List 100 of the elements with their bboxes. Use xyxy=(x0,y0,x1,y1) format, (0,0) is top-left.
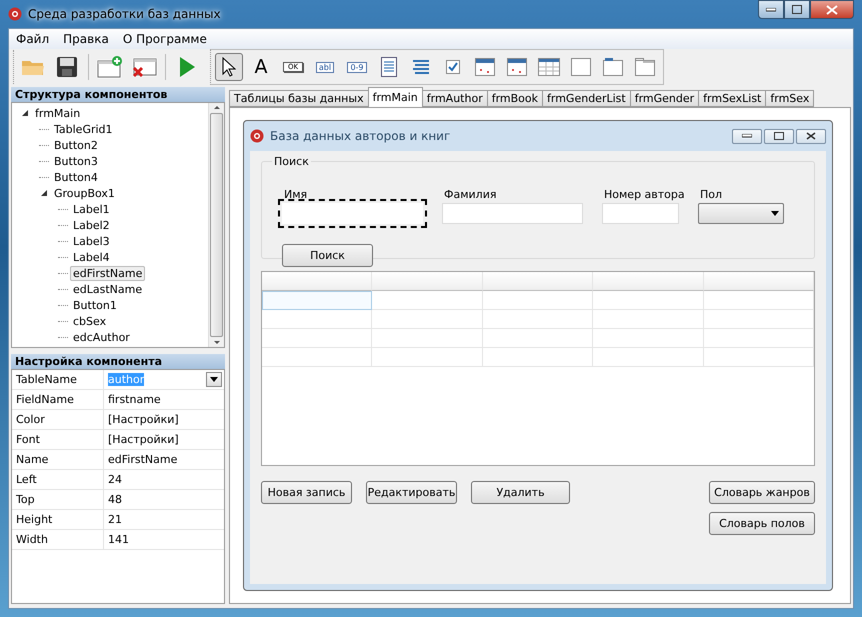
property-name: Width xyxy=(15,532,49,548)
field-label: Имя xyxy=(283,188,308,201)
dropdown-button[interactable] xyxy=(206,372,222,387)
caret-icon xyxy=(210,377,218,382)
property-value[interactable]: 21 xyxy=(103,510,224,529)
component-tool[interactable]: A xyxy=(247,53,275,81)
property-name: TableName xyxy=(15,372,78,388)
form-title: База данных авторов и книг xyxy=(270,129,450,143)
action-button[interactable]: Редактировать xyxy=(366,481,457,504)
tree-item[interactable]: TableGrid1 xyxy=(51,122,116,136)
property-name: FieldName xyxy=(15,392,75,408)
property-name: Left xyxy=(15,472,38,488)
dictionary-button[interactable]: Словарь полов xyxy=(709,512,815,535)
collapse-icon[interactable] xyxy=(39,188,49,198)
field-label: Номер автора xyxy=(603,188,686,201)
property-name: Color xyxy=(15,412,46,428)
dictionary-button[interactable]: Словарь жанров xyxy=(709,481,815,504)
table-icon xyxy=(538,58,560,76)
tree-item[interactable]: Button1 xyxy=(70,298,120,312)
action-button[interactable]: Новая запись xyxy=(261,481,352,504)
minimize-icon xyxy=(766,8,776,12)
tab[interactable]: Таблицы базы данных xyxy=(229,90,369,107)
maximize-icon xyxy=(792,5,802,14)
form-icon xyxy=(507,58,527,76)
tab-panel-icon xyxy=(603,58,623,76)
tree-item[interactable]: frmMain xyxy=(32,106,84,120)
property-name: Name xyxy=(15,452,50,468)
tab[interactable]: frmAuthor xyxy=(422,90,488,107)
play-icon xyxy=(178,56,196,78)
tab[interactable]: frmGenderList xyxy=(542,90,631,107)
scrollbar[interactable] xyxy=(208,103,224,347)
component-tool[interactable] xyxy=(215,53,243,81)
maximize-icon xyxy=(774,132,784,140)
tab[interactable]: frmSex xyxy=(765,90,814,107)
pointer-icon xyxy=(222,57,236,77)
input-field[interactable] xyxy=(602,203,679,224)
field-label: Фамилия xyxy=(443,188,498,201)
minimize-button[interactable] xyxy=(732,128,762,144)
tab[interactable]: frmGender xyxy=(630,90,700,107)
maximize-button[interactable] xyxy=(784,0,810,19)
window-title: Среда разработки баз данных xyxy=(28,7,221,21)
tree-item[interactable]: GroupBox1 xyxy=(51,186,118,200)
property-value[interactable]: [Настройки] xyxy=(103,430,224,449)
group-title: Поиск xyxy=(273,155,310,168)
component-tool[interactable]: 0-9 xyxy=(343,53,371,81)
property-name: Font xyxy=(15,432,41,448)
delete-window-icon xyxy=(131,56,157,78)
tool-label: A xyxy=(254,56,268,78)
tab[interactable]: frmSexList xyxy=(698,90,766,107)
edit-tool-icon: abl xyxy=(316,62,334,72)
menu-item[interactable]: О Программе xyxy=(122,32,207,46)
app-icon xyxy=(250,129,264,143)
tab[interactable]: frmMain xyxy=(368,87,423,107)
tree-item[interactable]: Label2 xyxy=(70,218,113,232)
maximize-button[interactable] xyxy=(764,128,794,144)
app-icon xyxy=(8,7,22,21)
tree-item[interactable]: cbSex xyxy=(70,314,110,328)
property-value[interactable]: 141 xyxy=(103,530,224,549)
property-value[interactable]: 24 xyxy=(103,470,224,489)
menu-item[interactable]: Файл xyxy=(16,32,50,46)
close-icon xyxy=(826,4,838,14)
add-window-icon xyxy=(97,56,123,78)
tree-item[interactable]: Button4 xyxy=(51,170,101,184)
action-button[interactable]: Удалить xyxy=(471,481,570,504)
tab[interactable]: frmBook xyxy=(486,90,544,107)
tree-item[interactable]: edLastName xyxy=(70,282,146,296)
property-value[interactable]: 48 xyxy=(103,490,224,509)
property-value[interactable]: [Настройки] xyxy=(103,410,224,429)
close-button[interactable] xyxy=(796,128,826,144)
property-value[interactable]: firstname xyxy=(103,390,224,409)
scroll-down-icon[interactable] xyxy=(212,339,220,347)
close-button[interactable] xyxy=(810,0,854,19)
collapse-icon[interactable] xyxy=(20,108,30,118)
close-icon xyxy=(806,132,816,140)
form-icon xyxy=(475,58,495,76)
menu-item[interactable]: Правка xyxy=(63,32,109,46)
tree-item[interactable]: edFirstName xyxy=(70,266,146,280)
caret-icon xyxy=(771,211,779,216)
tree-item[interactable]: edcAuthor xyxy=(70,330,133,344)
minimize-button[interactable] xyxy=(758,0,784,19)
search-button[interactable]: Поиск xyxy=(282,244,373,267)
input-field[interactable] xyxy=(442,203,583,224)
tree-item[interactable]: Label1 xyxy=(70,202,113,216)
list-icon xyxy=(412,58,430,76)
tree-item[interactable]: Label4 xyxy=(70,250,113,264)
tree-item[interactable]: Button2 xyxy=(51,138,101,152)
tree-item[interactable]: Label3 xyxy=(70,234,113,248)
page-icon xyxy=(635,58,655,76)
panel-icon xyxy=(571,58,591,76)
tree-item[interactable]: Button3 xyxy=(51,154,101,168)
field-label: Пол xyxy=(699,188,724,201)
minimize-icon xyxy=(742,134,752,138)
component-tool[interactable]: abl xyxy=(311,53,339,81)
property-name: Top xyxy=(15,492,36,508)
property-name: Height xyxy=(15,512,54,528)
checkbox-icon xyxy=(446,60,460,74)
edit-tool-icon: 0-9 xyxy=(347,62,367,72)
dropdown-field[interactable] xyxy=(698,203,784,224)
lines-icon xyxy=(381,57,397,77)
property-value[interactable]: edFirstName xyxy=(103,450,224,469)
